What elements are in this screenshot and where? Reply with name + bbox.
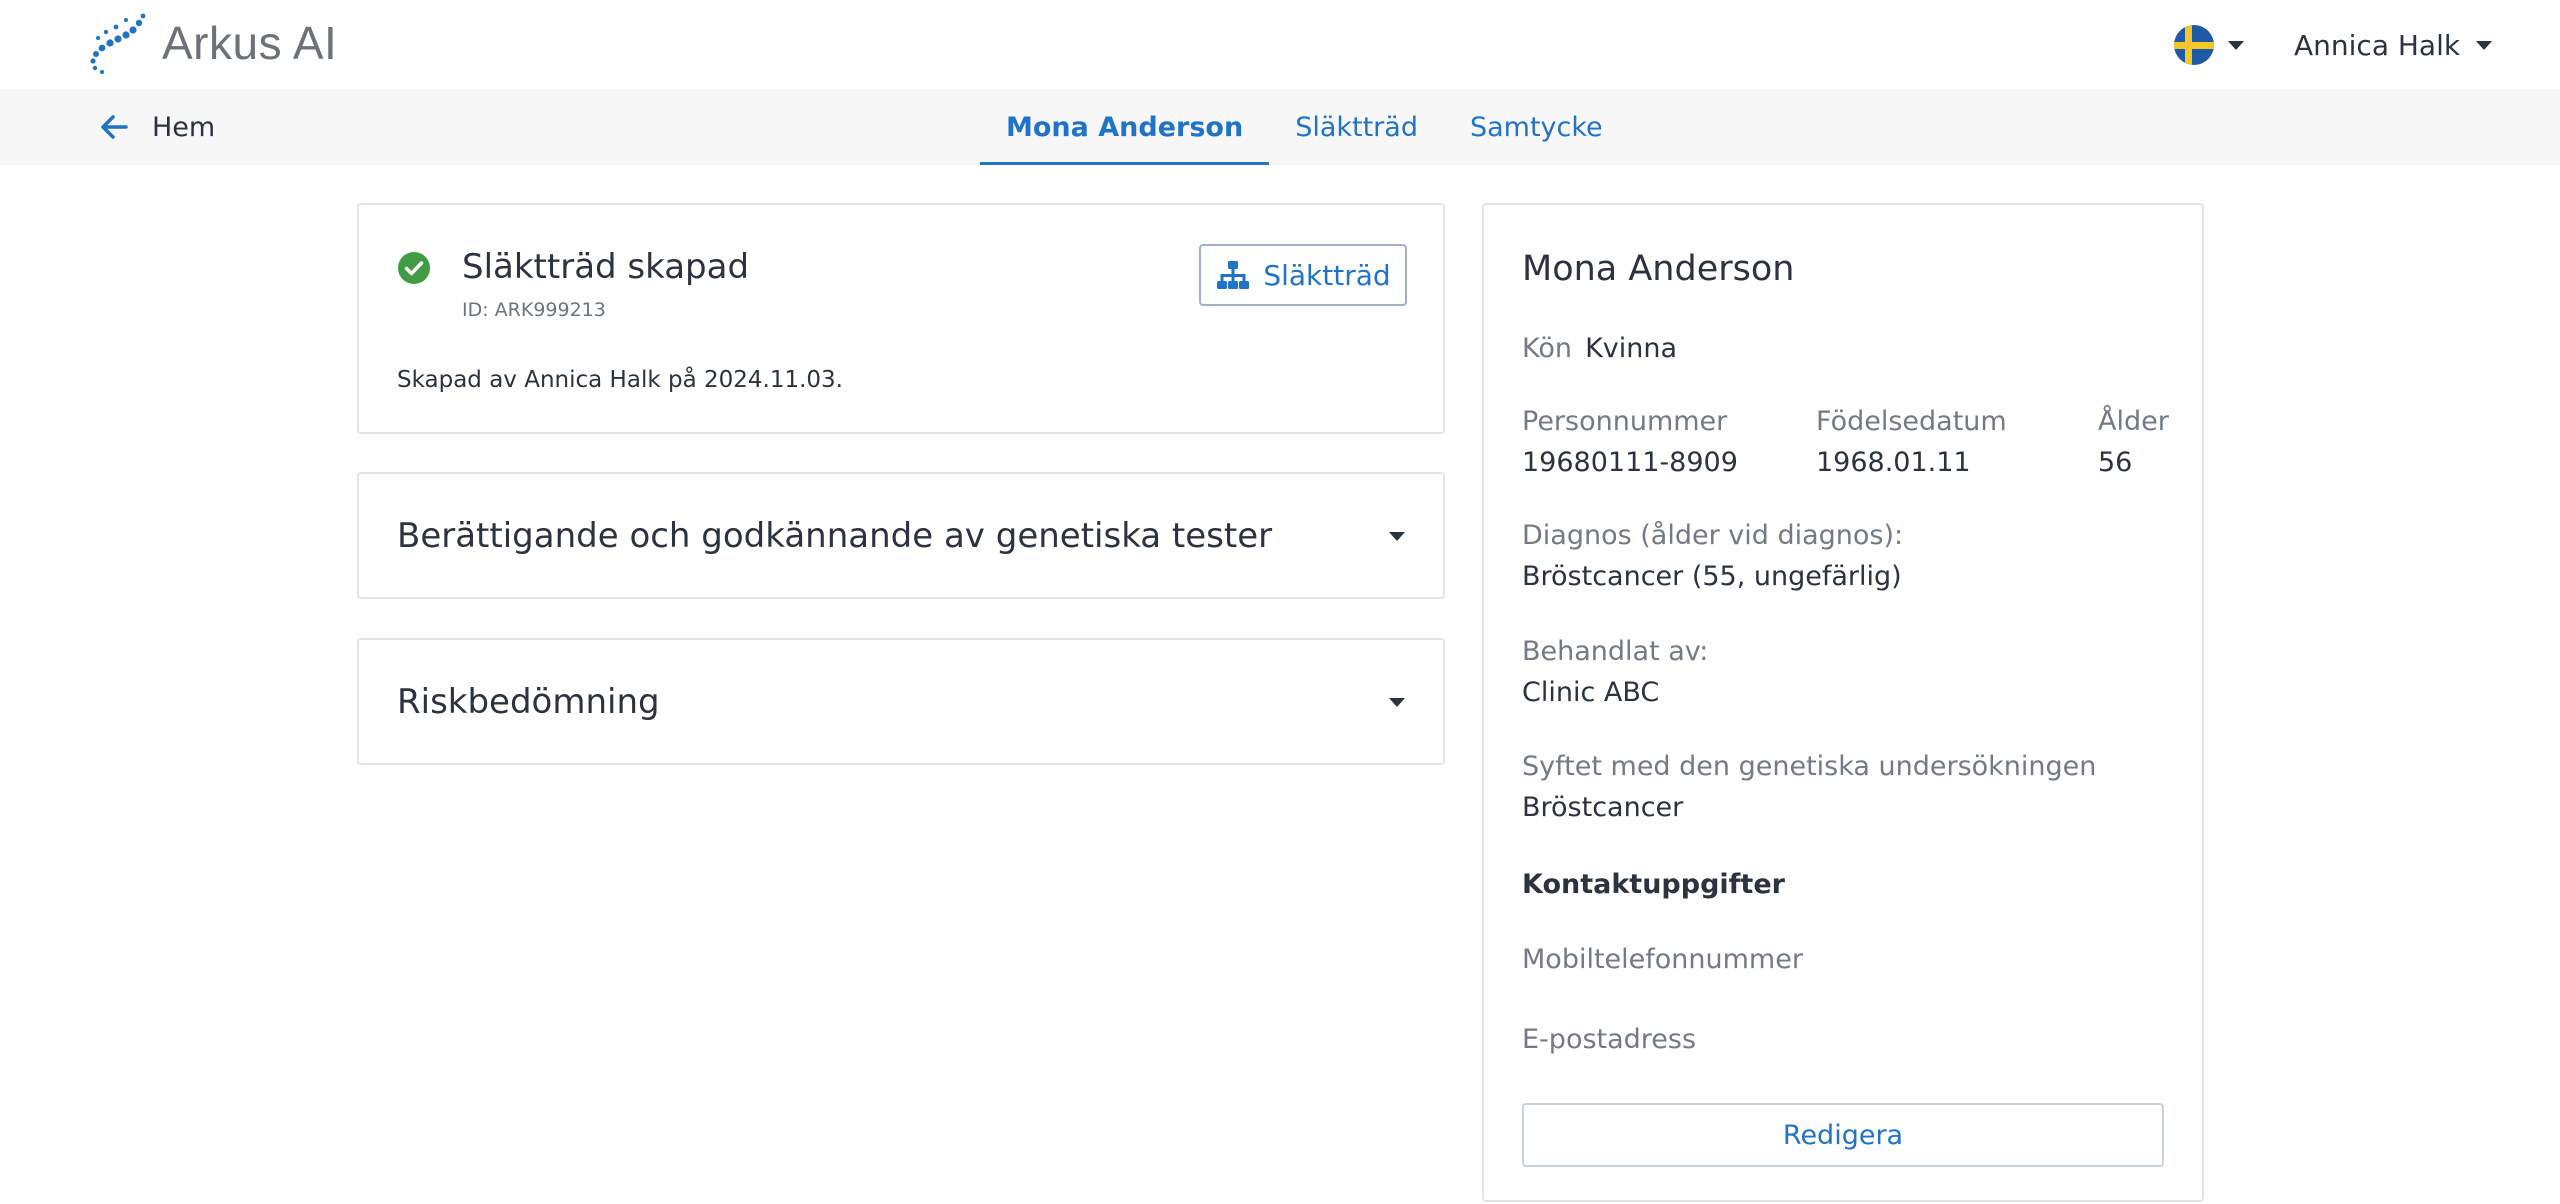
chevron-down-icon (1389, 698, 1405, 707)
tab-family-tree[interactable]: Släktträd (1269, 89, 1444, 165)
chevron-down-icon (2476, 40, 2493, 50)
patient-name: Mona Anderson (1522, 249, 1795, 289)
accordion-title: Berättigande och godkännande av genetisk… (397, 516, 1273, 556)
age-label: Ålder (2098, 406, 2169, 437)
age-value: 56 (2098, 447, 2133, 478)
risk-assessment-accordion[interactable]: Riskbedömning (357, 638, 1445, 765)
purpose-value: Bröstcancer (1522, 792, 1684, 823)
top-header: Arkus AI Annica Halk (0, 0, 2560, 89)
check-circle-icon (398, 252, 430, 284)
accordion-title: Riskbedömning (397, 682, 660, 722)
arkus-logo-icon (90, 13, 146, 74)
gender-row: Kön Kvinna (1522, 333, 1677, 364)
created-by-text: Skapad av Annica Halk på 2024.11.03. (397, 367, 843, 393)
edit-button[interactable]: Redigera (1522, 1103, 2164, 1167)
user-name: Annica Halk (2294, 28, 2461, 62)
chevron-down-icon (2228, 40, 2244, 50)
diagnosis-label: Diagnos (ålder vid diagnos): (1522, 520, 1904, 551)
patient-info-card: Mona Anderson Kön Kvinna Personnummer 19… (1482, 203, 2204, 1202)
gender-label: Kön (1522, 333, 1572, 364)
tab-consent[interactable]: Samtycke (1444, 89, 1629, 165)
user-menu[interactable]: Annica Halk (2294, 24, 2493, 66)
back-home-label: Hem (152, 111, 216, 143)
genetic-testing-accordion[interactable]: Berättigande och godkännande av genetisk… (357, 472, 1445, 599)
open-family-tree-button[interactable]: Släktträd (1199, 244, 1407, 306)
status-title: Släktträd skapad (462, 247, 750, 287)
purpose-label: Syftet med den genetiska undersökningen (1522, 751, 2097, 782)
tab-patient-overview[interactable]: Mona Anderson (980, 89, 1270, 165)
chevron-down-icon (1389, 532, 1405, 541)
open-family-tree-label: Släktträd (1263, 258, 1391, 292)
pnr-value: 19680111-8909 (1522, 447, 1738, 478)
sweden-flag-icon (2174, 25, 2214, 65)
arrow-left-icon (101, 115, 128, 139)
treated-by-value: Clinic ABC (1522, 677, 1660, 708)
sitemap-icon (1217, 261, 1250, 289)
dob-label: Födelsedatum (1816, 406, 2007, 437)
family-tree-id: ID: ARK999213 (462, 299, 606, 321)
mobile-label: Mobiltelefonnummer (1522, 944, 1803, 975)
dob-value: 1968.01.11 (1816, 447, 1971, 478)
back-home-link[interactable]: Hem (98, 107, 215, 147)
email-label: E-postadress (1522, 1024, 1697, 1055)
treated-by-label: Behandlat av: (1522, 636, 1709, 667)
navigation-bar: Hem Mona Anderson Släktträd Samtycke (0, 89, 2560, 165)
language-selector[interactable] (2174, 24, 2244, 66)
diagnosis-value: Bröstcancer (55, ungefärlig) (1522, 561, 1902, 592)
contact-heading: Kontaktuppgifter (1522, 869, 1785, 900)
family-tree-status-card: Släktträd skapad ID: ARK999213 Släktträd… (357, 203, 1445, 434)
pnr-label: Personnummer (1522, 406, 1728, 437)
brand-logo[interactable]: Arkus AI (86, 8, 337, 78)
gender-value: Kvinna (1585, 333, 1678, 364)
brand-name: Arkus AI (162, 17, 338, 69)
patient-tabs: Mona Anderson Släktträd Samtycke (980, 89, 1629, 165)
